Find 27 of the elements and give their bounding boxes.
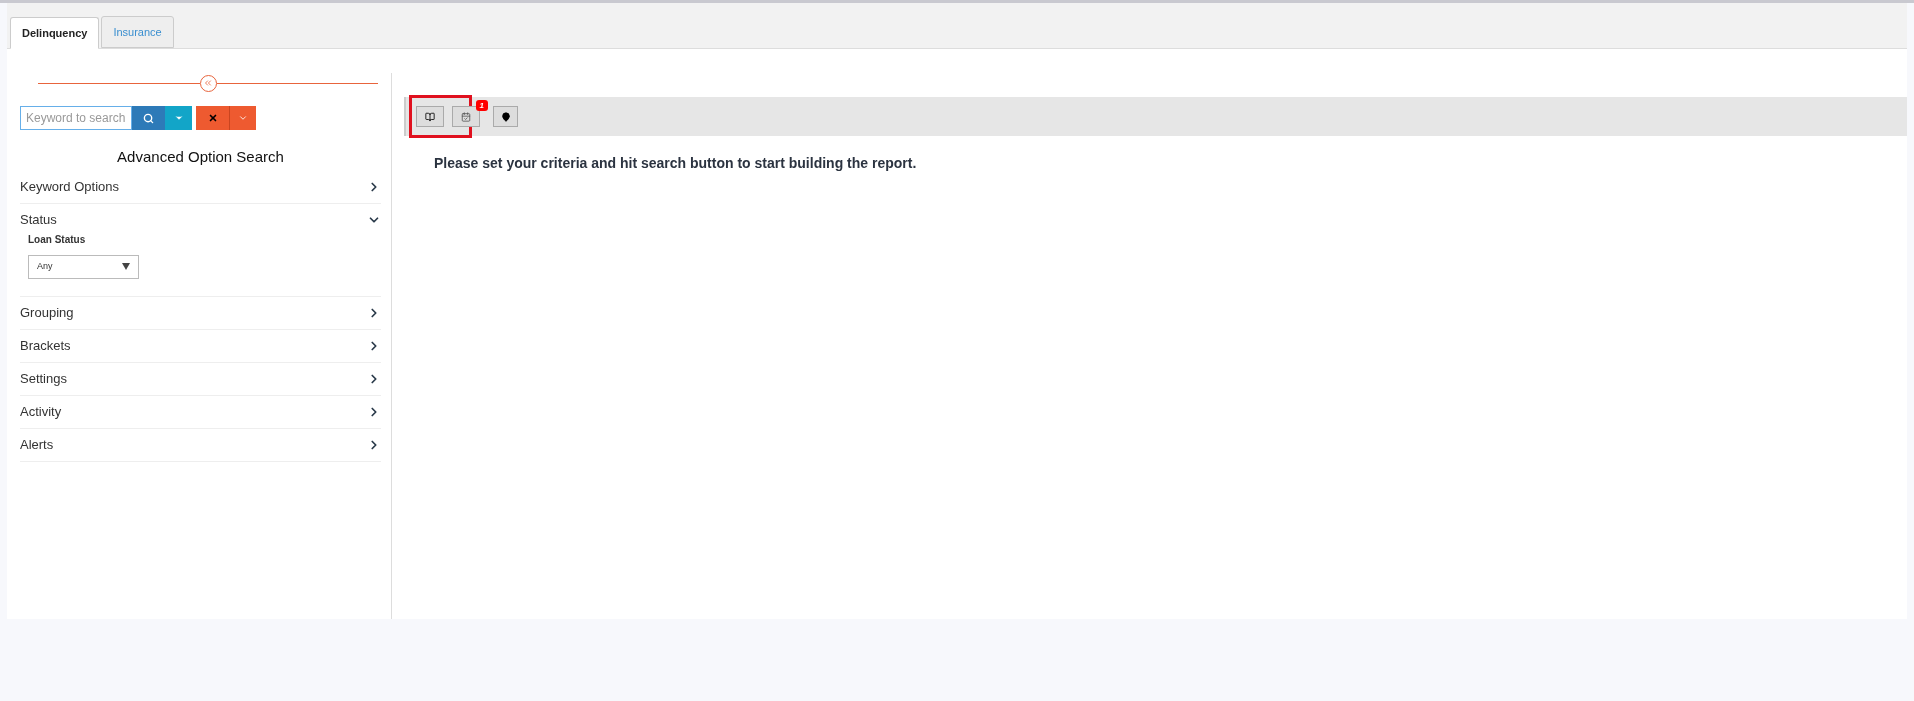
book-button[interactable] <box>416 106 444 127</box>
caret-icon <box>173 113 184 123</box>
search-button[interactable] <box>132 106 165 130</box>
triangle-icon <box>122 263 130 270</box>
search-icon <box>143 112 154 124</box>
accordion-header[interactable]: Activity <box>20 395 381 428</box>
select-field[interactable]: Any <box>28 254 139 279</box>
calendar-icon <box>461 111 471 122</box>
accordion-header[interactable]: Keyword Options <box>20 170 381 203</box>
map-pin-icon <box>500 111 511 122</box>
calendar-button[interactable] <box>452 106 480 127</box>
collapse-icon[interactable] <box>199 74 217 92</box>
location-button[interactable] <box>493 106 518 127</box>
double-chevron-icon <box>203 78 213 88</box>
info-message: Please set your criteria and hit search button to start building the report. <box>434 154 918 173</box>
close-icon <box>207 113 218 123</box>
caret-icon <box>238 113 248 123</box>
accordion-header[interactable]: Alerts <box>20 428 381 461</box>
tab[interactable]: Delinquency <box>10 17 100 49</box>
book-icon <box>425 111 435 122</box>
accordion-header[interactable]: Settings <box>20 362 381 395</box>
notification-badge: 1 <box>475 100 488 111</box>
search-field[interactable]: Keyword to search <box>20 106 132 130</box>
sidebar-title: Advanced Option Search <box>116 147 285 167</box>
clear-button[interactable] <box>196 106 229 130</box>
accordion-header[interactable]: Grouping <box>20 296 381 329</box>
accordion-header[interactable]: Brackets <box>20 329 381 362</box>
